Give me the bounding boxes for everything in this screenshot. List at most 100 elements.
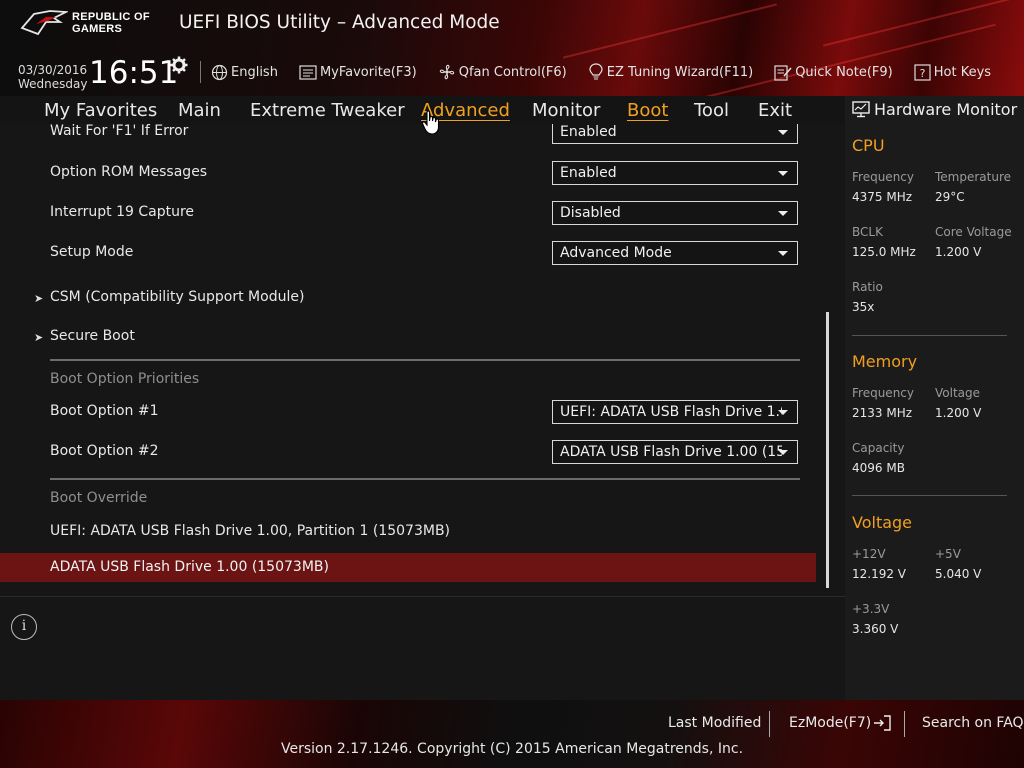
ez-tuning-label: EZ Tuning Wizard(F11) (606, 64, 754, 80)
toolbar-separator (200, 61, 201, 83)
setting-label-interrupt-19: Interrupt 19 Capture (50, 204, 194, 220)
tab-extreme-tweaker[interactable]: Extreme Tweaker (250, 100, 405, 121)
tab-boot[interactable]: Boot (627, 100, 668, 121)
wait-f1-error-value: Enabled (560, 124, 617, 140)
tab-main[interactable]: Main (178, 100, 221, 121)
hot-keys-button[interactable]: ? Hot Keys (914, 63, 992, 81)
exit-arrow-icon (874, 715, 891, 731)
hot-keys-label: Hot Keys (933, 64, 992, 80)
dropdown-caret-icon (778, 251, 788, 256)
memory-voltage-label: Voltage (935, 386, 981, 400)
dropdown-caret-icon (778, 171, 788, 176)
ratio-label: Ratio (852, 280, 883, 294)
footer-separator (769, 711, 770, 737)
header-decoration (563, 3, 777, 59)
last-modified-button[interactable]: Last Modified (668, 715, 761, 731)
cpu-frequency-label: Frequency (852, 170, 914, 184)
v5-label: +5V (935, 547, 961, 561)
memory-capacity-label: Capacity (852, 441, 905, 455)
quick-note-button[interactable]: Quick Note(F9) (774, 64, 893, 81)
search-faq-button[interactable]: Search on FAQ (922, 715, 1024, 731)
hw-divider (852, 335, 1007, 336)
copyright-text: Version 2.17.1246. Copyright (C) 2015 Am… (280, 741, 744, 757)
submenu-secure-boot[interactable]: Secure Boot (50, 328, 135, 344)
boot-override-item[interactable]: UEFI: ADATA USB Flash Drive 1.00, Partit… (50, 523, 450, 539)
chevron-right-icon: ➤ (34, 292, 44, 305)
footer-separator (904, 711, 905, 737)
qfan-control-button[interactable]: Qfan Control(F6) (438, 63, 567, 81)
option-rom-messages-select[interactable]: Enabled (552, 161, 798, 185)
logo-line-2: GAMERS (72, 23, 123, 35)
section-divider (50, 478, 800, 480)
monitor-icon (852, 101, 870, 118)
boot-option-2-label: Boot Option #2 (50, 443, 159, 459)
option-rom-messages-value: Enabled (560, 165, 617, 181)
globe-icon (211, 64, 228, 80)
boot-override-item-label: ADATA USB Flash Drive 1.00 (15073MB) (50, 559, 329, 575)
rog-logo: REPUBLIC OF GAMERS (20, 8, 168, 38)
memory-frequency-label: Frequency (852, 386, 914, 400)
scrollbar[interactable] (826, 312, 829, 588)
setting-label-setup-mode: Setup Mode (50, 244, 134, 260)
search-faq-label: Search on FAQ (922, 715, 1024, 731)
svg-text:?: ? (919, 67, 925, 80)
memory-heading: Memory (852, 352, 918, 371)
boot-option-2-select[interactable]: ADATA USB Flash Drive 1.00 (15073MB) (552, 440, 798, 464)
panel-divider (0, 596, 845, 597)
tab-monitor[interactable]: Monitor (532, 100, 600, 121)
v12-value: 12.192 V (852, 567, 907, 581)
tab-tool[interactable]: Tool (694, 100, 729, 121)
rog-eye-icon (20, 10, 68, 36)
tab-exit[interactable]: Exit (758, 100, 792, 121)
help-key-icon: ? (914, 63, 931, 81)
memory-capacity-value: 4096 MB (852, 461, 905, 475)
last-modified-label: Last Modified (668, 715, 762, 731)
gear-icon[interactable] (170, 56, 188, 74)
info-icon[interactable]: i (11, 614, 37, 640)
lightbulb-icon (589, 63, 603, 80)
v33-label: +3.3V (852, 602, 890, 616)
boot-priorities-heading: Boot Option Priorities (50, 371, 200, 387)
logo-line-1: REPUBLIC OF (72, 11, 150, 23)
dropdown-caret-icon (778, 130, 788, 135)
hardware-monitor-panel: Hardware Monitor CPU Frequency Temperatu… (845, 96, 1024, 700)
memory-frequency-value: 2133 MHz (852, 406, 913, 420)
cpu-temperature-value: 29°C (935, 190, 965, 204)
hardware-monitor-title: Hardware Monitor (852, 100, 1017, 119)
ratio-value: 35x (852, 300, 875, 314)
submenu-csm[interactable]: CSM (Compatibility Support Module) (50, 289, 304, 305)
setting-label-wait-f1: Wait For 'F1' If Error (50, 124, 189, 139)
voltage-heading: Voltage (852, 513, 913, 532)
boot-option-1-value: UEFI: ADATA USB Flash Drive 1.00, Partit… (560, 404, 782, 420)
qfan-label: Qfan Control(F6) (458, 64, 567, 80)
dropdown-caret-icon (778, 211, 788, 216)
interrupt-19-capture-select[interactable]: Disabled (552, 201, 798, 225)
boot-override-item-selected[interactable]: ADATA USB Flash Drive 1.00 (15073MB) (0, 553, 816, 582)
memory-voltage-value: 1.200 V (935, 406, 982, 420)
interrupt-19-capture-value: Disabled (560, 205, 621, 221)
bclk-label: BCLK (852, 225, 883, 239)
boot-option-2-value: ADATA USB Flash Drive 1.00 (15073MB) (560, 444, 782, 460)
chevron-right-icon: ➤ (34, 331, 44, 344)
hw-divider (852, 495, 1007, 496)
quick-note-label: Quick Note(F9) (795, 64, 893, 80)
tab-my-favorites[interactable]: My Favorites (44, 100, 157, 121)
toolbar: English MyFavorite(F3) Qfan Control(F6) … (200, 60, 1012, 84)
core-voltage-value: 1.200 V (935, 245, 982, 259)
ezmode-button[interactable]: EzMode(F7) (789, 715, 891, 731)
section-divider (50, 359, 800, 361)
hand-cursor-icon (421, 110, 440, 135)
setup-mode-select[interactable]: Advanced Mode (552, 241, 798, 265)
myfavorite-button[interactable]: MyFavorite(F3) (299, 65, 417, 80)
clock-time: 16:51 (89, 55, 179, 91)
ez-tuning-wizard-button[interactable]: EZ Tuning Wizard(F11) (588, 63, 753, 81)
footer-bar: Last Modified EzMode(F7) Search on FAQ V… (0, 700, 1024, 768)
language-label: English (231, 64, 278, 80)
boot-option-1-select[interactable]: UEFI: ADATA USB Flash Drive 1.00, Partit… (552, 400, 798, 424)
cpu-temperature-label: Temperature (935, 170, 1012, 184)
hardware-monitor-label: Hardware Monitor (874, 100, 1018, 119)
setup-mode-value: Advanced Mode (560, 245, 672, 261)
boot-override-heading: Boot Override (50, 490, 148, 506)
wait-f1-error-select[interactable]: Enabled (552, 124, 798, 144)
language-button[interactable]: English (211, 64, 278, 81)
